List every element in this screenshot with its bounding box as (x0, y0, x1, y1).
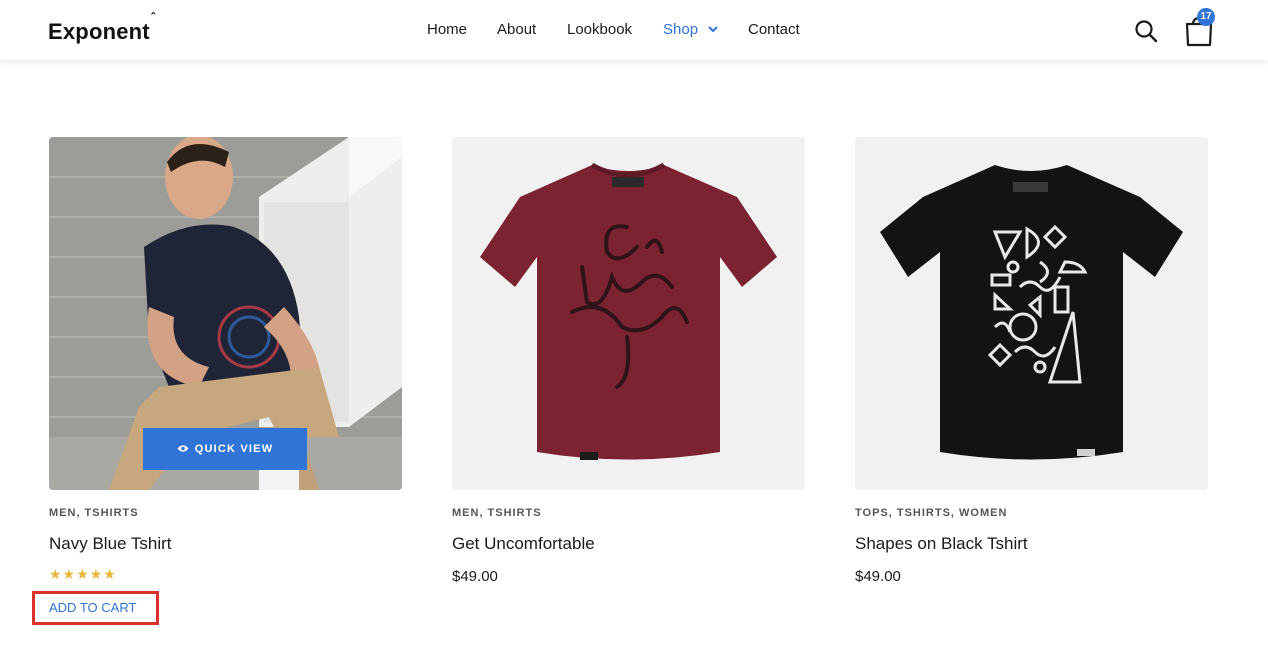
product-image[interactable]: QUICK VIEW (49, 137, 402, 490)
nav-contact[interactable]: Contact (748, 21, 800, 38)
site-header: Exponent ˆ Home About Lookbook Shop Cont… (0, 0, 1268, 60)
product-card: TOPS, TSHIRTS, WOMEN Shapes on Black Tsh… (855, 137, 1208, 585)
nav-home[interactable]: Home (427, 21, 467, 38)
product-categories[interactable]: MEN, TSHIRTS (452, 507, 805, 519)
eye-icon (177, 445, 189, 452)
product-price: $49.00 (452, 568, 498, 585)
product-name[interactable]: Get Uncomfortable (452, 534, 805, 554)
nav-about[interactable]: About (497, 21, 536, 38)
product-card: QUICK VIEW MEN, TSHIRTS Navy Blue Tshirt… (49, 137, 402, 583)
product-image[interactable] (452, 137, 805, 490)
quick-view-button[interactable]: QUICK VIEW (143, 428, 307, 470)
maroon-tshirt-photo (452, 137, 805, 490)
black-shapes-tshirt-photo (855, 137, 1208, 490)
product-categories[interactable]: MEN, TSHIRTS (49, 507, 402, 519)
product-card: MEN, TSHIRTS Get Uncomfortable $49.00 (452, 137, 805, 585)
main-nav: Home About Lookbook Shop Contact (0, 21, 1268, 41)
product-price: $49.00 (855, 568, 901, 585)
nav-shop-label: Shop (663, 21, 699, 38)
nav-lookbook[interactable]: Lookbook (567, 21, 632, 38)
search-icon[interactable] (1133, 18, 1159, 44)
nav-shop[interactable]: Shop (663, 21, 718, 38)
quick-view-label: QUICK VIEW (194, 443, 274, 455)
add-to-cart-button[interactable]: ADD TO CART (32, 591, 159, 625)
cart-count-badge: 17 (1197, 8, 1215, 26)
product-image[interactable] (855, 137, 1208, 490)
chevron-down-icon (708, 26, 718, 33)
product-name[interactable]: Navy Blue Tshirt (49, 534, 402, 554)
star-rating: ★★★★★ (49, 566, 117, 582)
product-name[interactable]: Shapes on Black Tshirt (855, 534, 1208, 554)
product-categories[interactable]: TOPS, TSHIRTS, WOMEN (855, 507, 1208, 519)
